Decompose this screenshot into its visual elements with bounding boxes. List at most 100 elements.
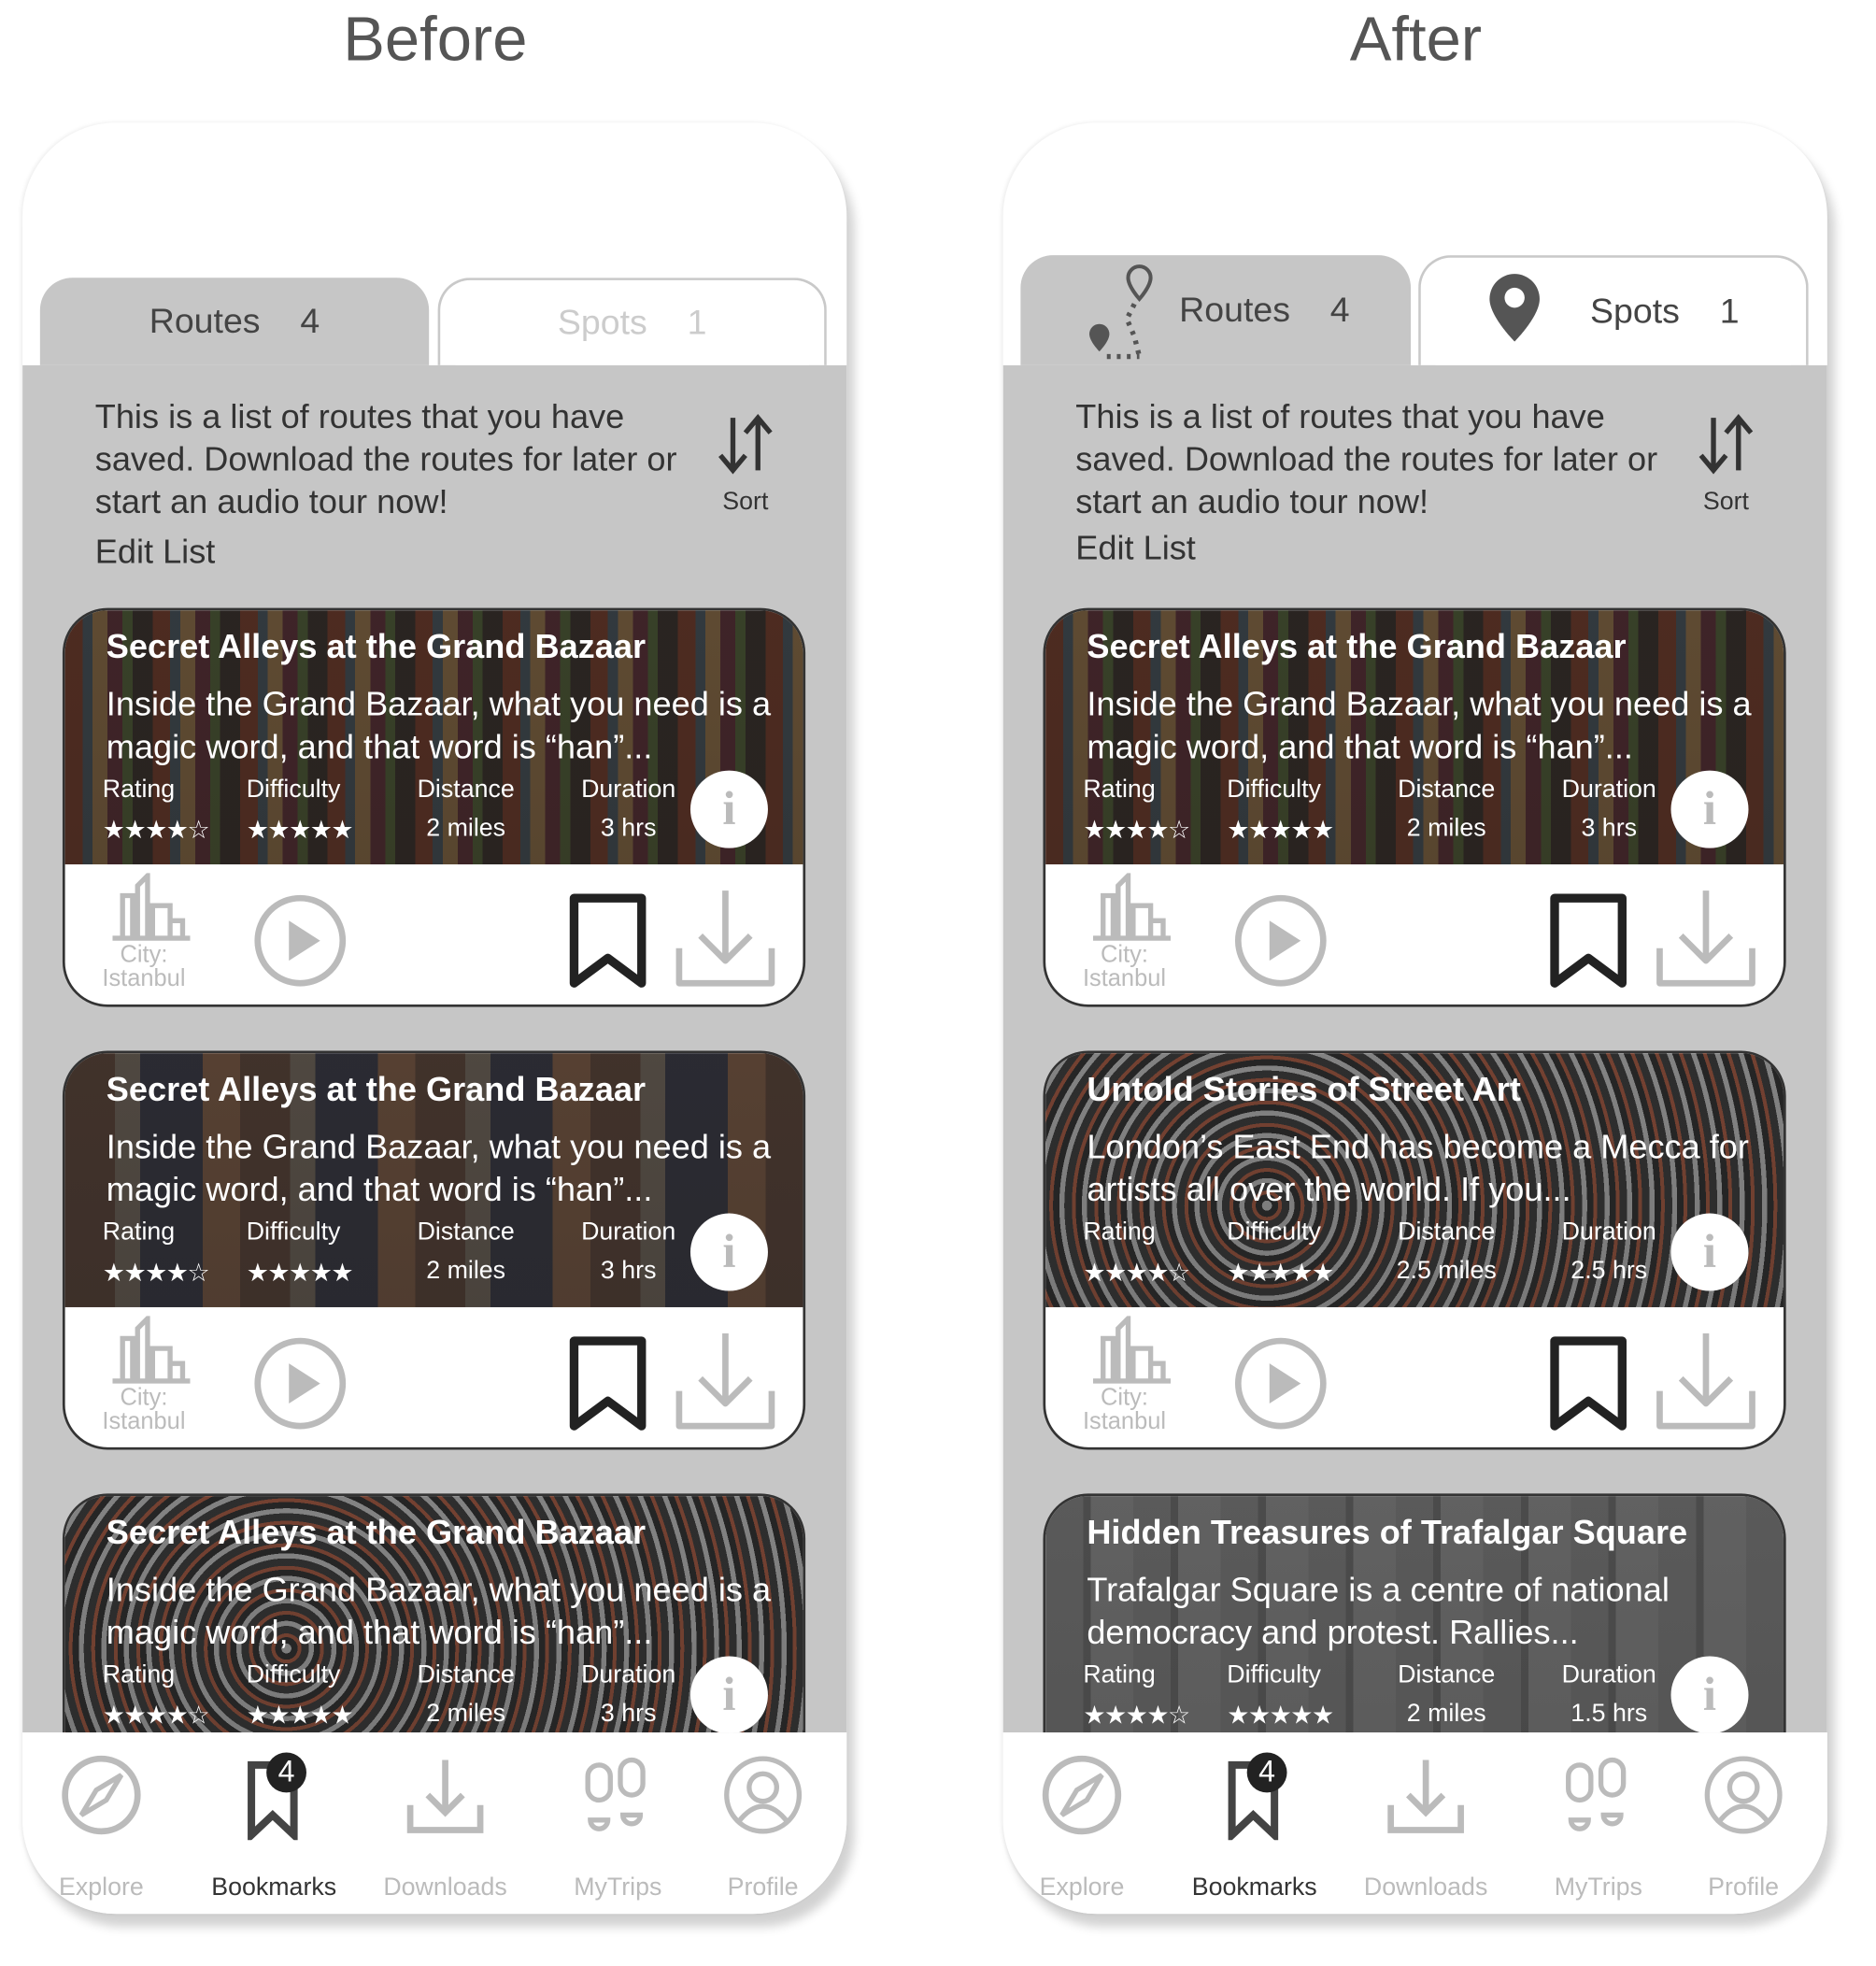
star-filled-icon: ★: [246, 1260, 269, 1288]
play-button[interactable]: [1233, 893, 1329, 994]
nav-bookmarks[interactable]: 4 Bookmarks: [1179, 1752, 1329, 1902]
download-button[interactable]: [1654, 1331, 1758, 1439]
star-filled-icon: ★: [309, 1260, 333, 1288]
stat-value: 1.5 hrs: [1570, 1700, 1648, 1728]
stat-label: Difficulty: [1227, 775, 1321, 804]
profile-icon: [720, 1755, 805, 1847]
tab-label: Spots: [557, 302, 647, 342]
star-filled-icon: ★: [123, 817, 146, 845]
bottom-nav: Explore 4 Bookmarks Downloads MyTrips Profile: [1002, 1732, 1827, 1915]
nav-profile[interactable]: Profile: [688, 1755, 838, 1902]
stat-rating: Rating ★★★★☆: [1083, 776, 1190, 846]
star-filled-icon: ★: [1311, 1702, 1334, 1731]
info-button[interactable]: i: [1670, 1213, 1749, 1291]
star-empty-icon: ☆: [1168, 1702, 1190, 1731]
route-description: Inside the Grand Bazaar, what you need i…: [106, 685, 772, 766]
route-card[interactable]: Hidden Treasures of Trafalgar Square Traf…: [1043, 1493, 1786, 1733]
route-card[interactable]: Secret Alleys at the Grand Bazaar Inside …: [62, 1493, 806, 1733]
city-prefix: City:: [1101, 1384, 1148, 1412]
bookmark-button[interactable]: [568, 1336, 648, 1440]
star-filled-icon: ★: [102, 1702, 125, 1731]
stat-label: Duration: [581, 775, 676, 804]
nav-label: Explore: [59, 1873, 144, 1902]
bookmark-button[interactable]: [568, 893, 648, 997]
play-button[interactable]: [252, 893, 348, 994]
route-card[interactable]: Secret Alleys at the Grand Bazaar Inside …: [62, 1050, 806, 1450]
star-filled-icon: ★: [1125, 1260, 1148, 1288]
star-filled-icon: ★: [267, 1702, 290, 1731]
stat-label: Duration: [1561, 775, 1656, 804]
star-filled-icon: ★: [1247, 1260, 1271, 1288]
stat-value: 3 hrs: [1581, 814, 1638, 842]
stat-duration: Duration 1.5 hrs: [1556, 1661, 1662, 1729]
download-button[interactable]: [1654, 888, 1758, 996]
route-title[interactable]: Secret Alleys at the Grand Bazaar: [107, 628, 646, 666]
stat-duration: Duration 3 hrs: [576, 1218, 682, 1286]
info-button[interactable]: i: [689, 1213, 768, 1291]
nav-explore[interactable]: Explore: [26, 1755, 177, 1902]
map-pin-icon: [1487, 271, 1542, 352]
route-title[interactable]: Untold Stories of Street Art: [1087, 1071, 1521, 1109]
nav-downloads[interactable]: Downloads: [370, 1755, 520, 1902]
nav-mytrips[interactable]: MyTrips: [543, 1755, 693, 1902]
info-button[interactable]: i: [689, 1656, 768, 1733]
info-button[interactable]: i: [1670, 770, 1749, 848]
stat-rating: Rating ★★★★☆: [103, 1218, 210, 1289]
sort-button[interactable]: Sort: [713, 413, 778, 517]
route-title[interactable]: Secret Alleys at the Grand Bazaar: [1087, 628, 1626, 666]
nav-downloads[interactable]: Downloads: [1351, 1755, 1501, 1902]
nav-bookmarks[interactable]: 4 Bookmarks: [199, 1752, 349, 1902]
download-button[interactable]: [673, 1331, 777, 1439]
star-filled-icon: ★: [1227, 1702, 1249, 1731]
tab-routes[interactable]: Routes 4: [39, 278, 430, 365]
edit-list-link[interactable]: Edit List: [1075, 529, 1196, 567]
city-name: Istanbul: [102, 1408, 186, 1435]
compass-icon: [59, 1755, 144, 1847]
city-skyline-icon: [1088, 869, 1173, 949]
stat-value: 2 miles: [426, 1700, 506, 1728]
stat-difficulty: Difficulty ★★★★★: [1227, 775, 1334, 846]
route-card[interactable]: Secret Alleys at the Grand Bazaar Inside …: [1043, 607, 1786, 1007]
download-button[interactable]: [673, 888, 777, 996]
tab-routes[interactable]: Routes 4: [1020, 255, 1412, 365]
bookmark-button[interactable]: [1548, 1336, 1628, 1440]
tab-spots[interactable]: Spots 1: [1418, 255, 1809, 365]
stat-value: 3 hrs: [600, 1700, 657, 1728]
info-button[interactable]: i: [689, 770, 768, 848]
city-prefix: City:: [1101, 942, 1148, 969]
nav-explore[interactable]: Explore: [1007, 1755, 1158, 1902]
info-button[interactable]: i: [1670, 1656, 1749, 1733]
nav-profile[interactable]: Profile: [1669, 1755, 1819, 1902]
stat-label: Rating: [102, 775, 176, 804]
tab-spots[interactable]: Spots 1: [437, 278, 827, 365]
star-filled-icon: ★: [1083, 1702, 1105, 1731]
star-filled-icon: ★: [1227, 1260, 1249, 1288]
star-filled-icon: ★: [1247, 817, 1271, 845]
play-button[interactable]: [1233, 1336, 1329, 1437]
tab-label: Routes: [149, 301, 261, 341]
route-card[interactable]: Secret Alleys at the Grand Bazaar Inside …: [62, 607, 806, 1007]
route-description: Inside the Grand Bazaar, what you need i…: [1087, 685, 1752, 766]
stat-difficulty: Difficulty ★★★★★: [1227, 1218, 1334, 1289]
star-filled-icon: ★: [267, 817, 290, 845]
star-filled-icon: ★: [1083, 817, 1105, 845]
edit-list-link[interactable]: Edit List: [95, 533, 216, 571]
route-title[interactable]: Hidden Treasures of Trafalgar Square: [1087, 1514, 1687, 1552]
star-filled-icon: ★: [1125, 817, 1148, 845]
star-filled-icon: ★: [1146, 1260, 1169, 1288]
star-filled-icon: ★: [1103, 817, 1127, 845]
play-button[interactable]: [252, 1336, 348, 1437]
star-filled-icon: ★: [331, 1702, 353, 1731]
route-title[interactable]: Secret Alleys at the Grand Bazaar: [107, 1514, 646, 1552]
tab-label: Routes: [1179, 290, 1290, 330]
city-label: City: Istanbul: [1081, 1386, 1169, 1433]
stat-label: Distance: [417, 775, 515, 804]
city-label: City: Istanbul: [100, 943, 188, 990]
nav-mytrips[interactable]: MyTrips: [1524, 1755, 1674, 1902]
bookmark-button[interactable]: [1548, 893, 1628, 997]
sort-button[interactable]: Sort: [1694, 413, 1759, 517]
route-description: Trafalgar Square is a centre of national…: [1087, 1571, 1670, 1652]
route-title[interactable]: Secret Alleys at the Grand Bazaar: [107, 1071, 646, 1109]
route-card[interactable]: Untold Stories of Street Art London’s Eas…: [1043, 1050, 1786, 1450]
stat-value: 2 miles: [1406, 814, 1486, 842]
